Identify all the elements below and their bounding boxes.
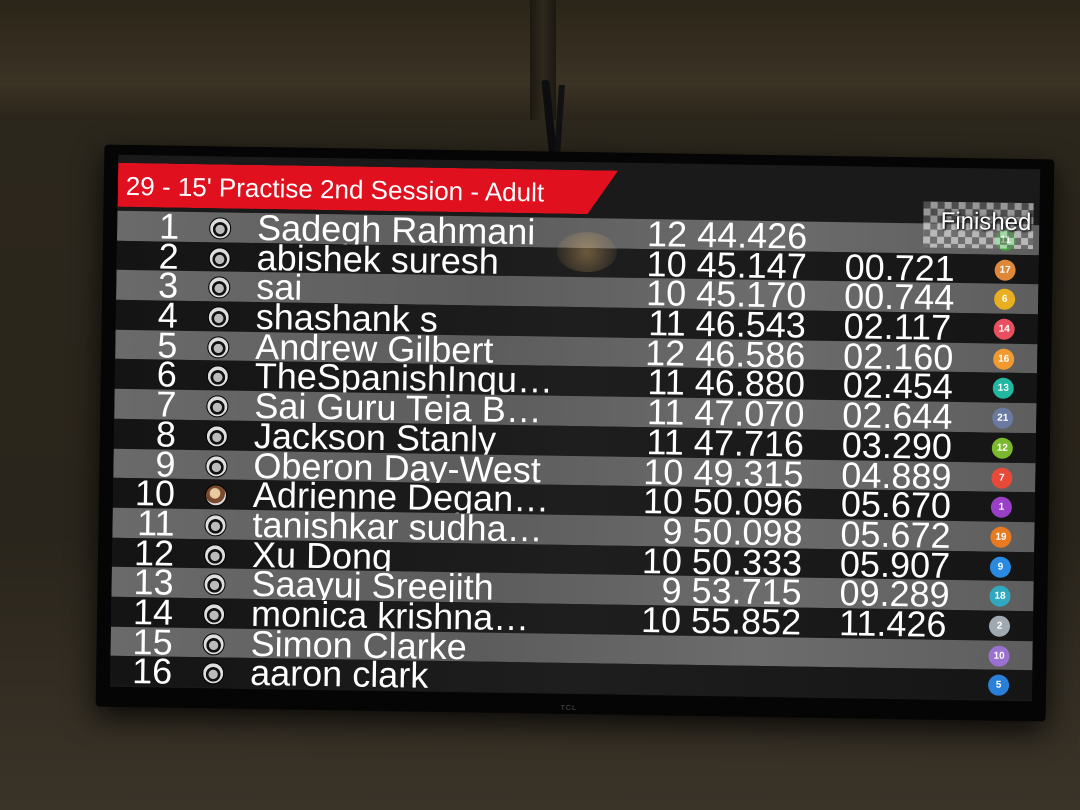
kart-number-badge: 6 — [993, 288, 1016, 311]
helmet-avatar-icon — [207, 306, 230, 329]
kart-number-badge: 14 — [993, 318, 1015, 340]
kart-number-badge: 13 — [992, 377, 1014, 400]
kart-number-badge: 16 — [993, 348, 1015, 370]
kart-number-badge: 7 — [991, 467, 1013, 489]
kart-number-badge: 10 — [988, 645, 1010, 667]
kart-number-badge: 18 — [989, 585, 1011, 608]
helmet-avatar-icon — [202, 632, 225, 656]
results-table: 1Sadegh Rahmani1244.426112abishek suresh… — [109, 205, 1040, 701]
helmet-avatar-icon — [203, 573, 226, 596]
kart-number-badge: 9 — [989, 556, 1012, 578]
ceiling — [0, 0, 1080, 120]
results-screen: 1Sadegh Rahmani1244.426112abishek suresh… — [109, 154, 1041, 702]
helmet-avatar-icon — [208, 217, 232, 240]
session-status: Finished — [940, 207, 1032, 237]
helmet-avatar-icon — [202, 662, 225, 685]
kart-number-badge: 19 — [990, 526, 1012, 548]
helmet-avatar-icon — [208, 276, 231, 299]
session-title-bar: 29 - 15' Practise 2nd Session - Adult — [117, 163, 618, 215]
helmet-avatar-icon — [208, 246, 231, 270]
kart-number-badge: 5 — [987, 674, 1010, 697]
kart-number-badge: 2 — [988, 615, 1011, 637]
kart-number-badge: 12 — [991, 437, 1013, 459]
tv-brand-logo: TCL — [560, 704, 577, 713]
lap-count: 10 — [640, 599, 682, 641]
tv-display: 1Sadegh Rahmani1244.426112abishek suresh… — [95, 144, 1055, 722]
helmet-avatar-icon — [204, 514, 227, 537]
position: 16 — [131, 650, 173, 693]
driver-name: aaron clark — [249, 652, 429, 697]
helmet-avatar-icon — [206, 395, 229, 418]
kart-number-badge: 21 — [992, 407, 1014, 430]
helmet-avatar-icon — [202, 603, 226, 626]
kart-number-badge: 1 — [990, 496, 1013, 519]
helmet-avatar-icon — [203, 543, 227, 567]
session-title: 29 - 15' Practise 2nd Session - Adult — [125, 170, 545, 208]
helmet-avatar-icon — [204, 484, 228, 507]
helmet-avatar-icon — [207, 335, 230, 359]
helmet-avatar-icon — [205, 425, 229, 448]
helmet-avatar-icon — [205, 454, 228, 478]
helmet-avatar-icon — [206, 365, 230, 388]
kart-number-badge: 17 — [994, 259, 1016, 281]
